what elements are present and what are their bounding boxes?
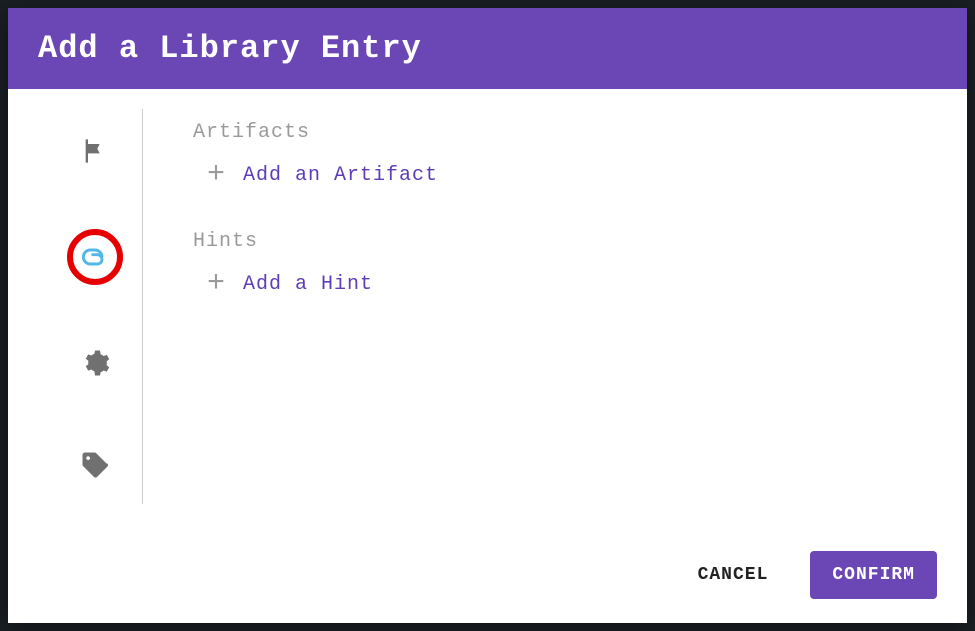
modal-body: Artifacts + Add an Artifact Hints + Add … bbox=[8, 89, 967, 533]
plus-icon: + bbox=[207, 269, 225, 299]
cancel-button[interactable]: CANCEL bbox=[676, 551, 791, 599]
sidebar-item-attachment[interactable] bbox=[67, 229, 123, 285]
flag-icon bbox=[81, 137, 109, 165]
tag-icon bbox=[80, 450, 110, 480]
artifacts-title: Artifacts bbox=[193, 121, 967, 144]
plus-icon: + bbox=[207, 160, 225, 190]
artifacts-section: Artifacts + Add an Artifact bbox=[193, 121, 967, 190]
library-entry-modal: Add a Library Entry bbox=[8, 8, 967, 623]
modal-title: Add a Library Entry bbox=[38, 30, 422, 67]
hints-section: Hints + Add a Hint bbox=[193, 230, 967, 299]
sidebar-item-settings[interactable] bbox=[71, 339, 119, 387]
gear-icon bbox=[80, 348, 110, 378]
modal-footer: CANCEL CONFIRM bbox=[8, 533, 967, 623]
confirm-button[interactable]: CONFIRM bbox=[810, 551, 937, 599]
add-hint-row[interactable]: + Add a Hint bbox=[193, 269, 967, 299]
modal-header: Add a Library Entry bbox=[8, 8, 967, 89]
add-artifact-row[interactable]: + Add an Artifact bbox=[193, 160, 967, 190]
hints-title: Hints bbox=[193, 230, 967, 253]
sidebar bbox=[48, 109, 143, 504]
add-artifact-label: Add an Artifact bbox=[243, 164, 438, 187]
sidebar-item-tag[interactable] bbox=[71, 441, 119, 489]
attachment-icon bbox=[81, 247, 109, 267]
content-area: Artifacts + Add an Artifact Hints + Add … bbox=[143, 109, 967, 533]
add-hint-label: Add a Hint bbox=[243, 273, 373, 296]
sidebar-item-flag[interactable] bbox=[71, 127, 119, 175]
